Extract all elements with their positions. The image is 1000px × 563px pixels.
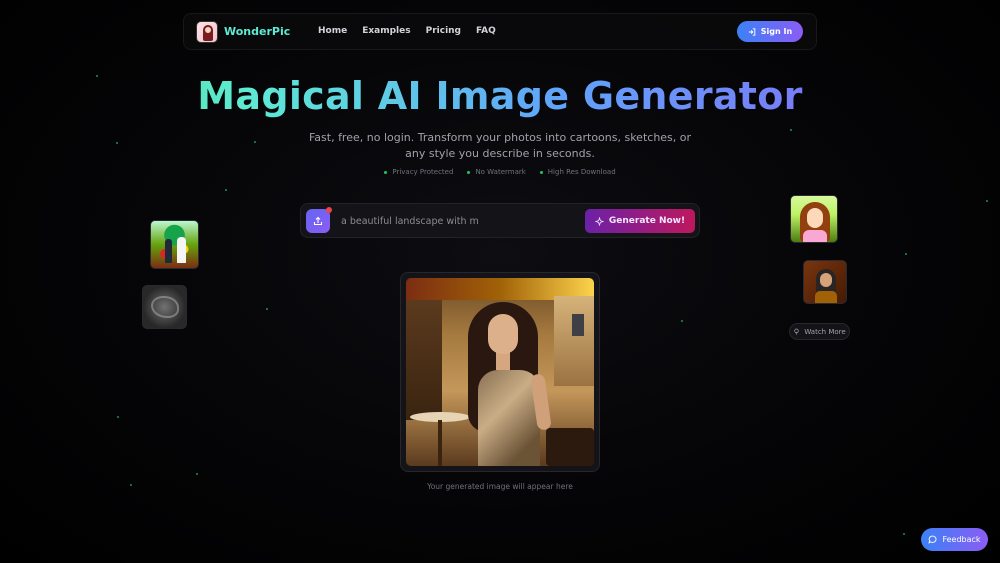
brand-name[interactable]: WonderPic <box>224 25 290 38</box>
sign-in-label: Sign In <box>760 27 793 36</box>
lightbulb-icon <box>794 328 799 335</box>
star-dot <box>790 129 792 131</box>
prompt-bar: Generate Now! <box>300 203 700 238</box>
upload-icon <box>313 216 323 226</box>
upload-image-button[interactable] <box>306 207 332 233</box>
feedback-label: Feedback <box>942 535 981 544</box>
nav-link-pricing[interactable]: Pricing <box>426 26 461 36</box>
star-dot <box>117 416 119 418</box>
star-dot <box>986 200 988 202</box>
example-thumbnail-watercolor-portrait[interactable] <box>790 195 838 243</box>
nav-link-faq[interactable]: FAQ <box>476 26 496 36</box>
star-dot <box>681 320 683 322</box>
star-dot <box>254 141 256 143</box>
generate-button[interactable]: Generate Now! <box>585 209 695 233</box>
example-thumbnail-oil-portrait[interactable] <box>803 260 847 304</box>
hero-subtitle: Fast, free, no login. Transform your pho… <box>308 131 692 160</box>
status-dot-icon <box>539 170 543 174</box>
star-dot <box>903 533 905 535</box>
example-thumbnail-sketch[interactable] <box>142 285 187 329</box>
generated-image[interactable] <box>406 278 594 466</box>
generated-image-frame <box>400 272 600 472</box>
star-dot <box>116 142 118 144</box>
nav-link-home[interactable]: Home <box>318 26 347 36</box>
example-thumbnail-wedding[interactable] <box>150 220 199 269</box>
login-icon <box>748 27 756 36</box>
star-dot <box>196 473 198 475</box>
chat-bubble-icon <box>928 535 937 544</box>
status-dot-icon <box>467 170 471 174</box>
watch-more-button[interactable]: Watch More <box>789 323 850 340</box>
badge-privacy: Privacy Protected <box>384 168 453 176</box>
watch-more-label: Watch More <box>804 327 846 336</box>
prompt-input[interactable] <box>341 212 571 230</box>
result-caption: Your generated image will appear here <box>427 482 573 491</box>
sign-in-button[interactable]: Sign In <box>737 21 803 42</box>
star-dot <box>266 308 268 310</box>
page-title: Magical AI Image Generator <box>0 74 1000 118</box>
feature-badges: Privacy Protected No Watermark High Res … <box>0 168 1000 176</box>
feedback-button[interactable]: Feedback <box>921 528 988 551</box>
status-dot-icon <box>384 170 388 174</box>
nav-links: Home Examples Pricing FAQ <box>318 26 496 36</box>
top-navbar: WonderPic Home Examples Pricing FAQ Sign… <box>183 13 817 50</box>
brand-logo[interactable] <box>196 21 218 43</box>
badge-high-res: High Res Download <box>539 168 616 176</box>
nav-link-examples[interactable]: Examples <box>362 26 410 36</box>
star-dot <box>225 189 227 191</box>
notification-dot <box>326 207 332 213</box>
badge-no-watermark: No Watermark <box>467 168 526 176</box>
sparkle-icon <box>594 216 604 226</box>
generate-label: Generate Now! <box>608 216 686 226</box>
star-dot <box>905 253 907 255</box>
